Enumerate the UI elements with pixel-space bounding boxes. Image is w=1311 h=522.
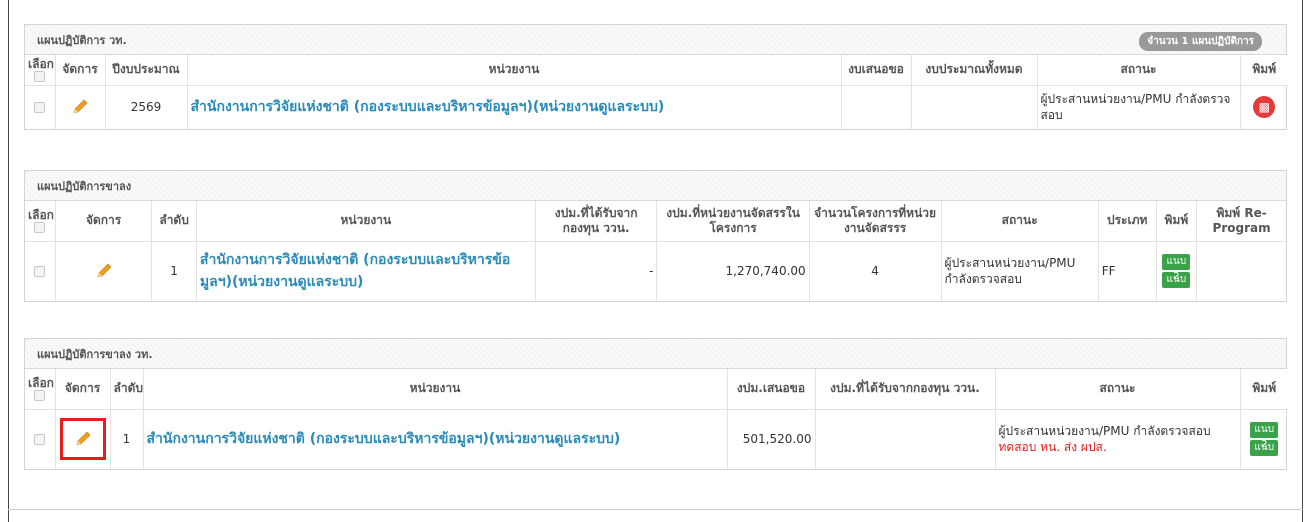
col-reprogram: พิมพ์ Re-Program: [1196, 201, 1286, 242]
col-print: พิมพ์: [1239, 369, 1288, 410]
count-badge: จำนวน 1 แผนปฏิบัติการ: [1139, 32, 1262, 51]
downstream-plan-mhesi-table: เลือก จัดการ ลำดับ หน่วยงาน งปม.เสนอขอ ง…: [25, 369, 1288, 469]
row-checkbox[interactable]: [34, 102, 46, 114]
col-unit: หน่วยงาน: [142, 369, 728, 410]
pencil-icon[interactable]: [74, 430, 92, 448]
status-text: ผู้ประสานหน่วยงาน/PMU กำลังตรวจสอบ: [940, 240, 1099, 301]
downstream-plan-table: เลือก จัดการ ลำดับ หน่วยงาน งปม.ที่ได้รั…: [25, 201, 1286, 301]
panel-downstream-plan: แผนปฏิบัติการขาลง เลือก จัดการ ลำดับ หน่…: [24, 170, 1287, 302]
table-row: 2569 สำนักงานการวิจัยแห่งชาติ (กองระบบแล…: [25, 84, 1288, 129]
received-value: -: [534, 240, 658, 301]
col-status: สถานะ: [940, 201, 1099, 242]
attachment-2-button[interactable]: แนบ 2: [1250, 422, 1279, 450]
projects-value: 4: [808, 240, 942, 301]
col-manage: จัดการ: [54, 369, 111, 410]
unit-link[interactable]: สำนักงานการวิจัยแห่งชาติ (กองระบบและบริห…: [200, 252, 510, 290]
select-all-checkbox[interactable]: [34, 390, 46, 401]
total-value: [910, 84, 1038, 129]
attachment-2-button[interactable]: แนบ 2: [1162, 254, 1191, 282]
col-received: งปม.ที่ได้รับจากกองทุน ววน.: [814, 369, 996, 410]
unit-link[interactable]: สำนักงานการวิจัยแห่งชาติ (กองระบบและบริห…: [147, 431, 621, 447]
col-manage: จัดการ: [54, 55, 106, 86]
status-text: ผู้ประสานหน่วยงาน/PMU กำลังตรวจสอบ: [998, 424, 1211, 439]
col-select: เลือก: [25, 55, 56, 86]
row-checkbox[interactable]: [34, 434, 46, 446]
panel-downstream-plan-mhesi: แผนปฏิบัติการขาลง วท. เลือก จัดการ ลำดับ…: [24, 338, 1288, 470]
unit-link[interactable]: สำนักงานการวิจัยแห่งชาติ (กองระบบและบริห…: [191, 99, 665, 115]
col-received: งปม.ที่ได้รับจากกองทุน ววน.: [534, 201, 658, 242]
col-proposed: งปม.เสนอขอ: [726, 369, 816, 410]
page-divider: [8, 509, 1303, 510]
order-value: 1: [151, 240, 197, 301]
row-checkbox[interactable]: [34, 266, 46, 278]
attachment-3-button[interactable]: แนบ 3: [1162, 272, 1191, 300]
col-print: พิมพ์: [1239, 55, 1288, 86]
panel-title-text: แผนปฏิบัติการ วท.: [37, 33, 127, 47]
status-text: ผู้ประสานหน่วยงาน/PMU กำลังตรวจสอบ: [1036, 84, 1241, 129]
col-select: เลือก: [25, 369, 56, 410]
select-all-checkbox[interactable]: [34, 222, 46, 233]
panel-title-text: แผนปฏิบัติการขาลง วท.: [37, 347, 153, 361]
col-type: ประเภท: [1097, 201, 1157, 242]
panel-title: แผนปฏิบัติการ วท.: [25, 25, 1286, 55]
allocated-value: 1,270,740.00: [656, 240, 810, 301]
col-select: เลือก: [25, 201, 56, 242]
col-print: พิมพ์: [1155, 201, 1198, 242]
received-value: [814, 408, 996, 469]
table-row: 1 สำนักงานการวิจัยแห่งชาติ (กองระบบและบร…: [25, 240, 1286, 301]
pencil-icon[interactable]: [71, 98, 89, 116]
col-total: งบประมาณทั้งหมด: [910, 55, 1038, 86]
panel-title: แผนปฏิบัติการขาลง: [25, 171, 1286, 201]
reprogram-cell: [1196, 240, 1286, 301]
pencil-icon[interactable]: [95, 262, 113, 280]
col-proposed: งบเสนอขอ: [840, 55, 912, 86]
proposed-value: [840, 84, 912, 129]
order-value: 1: [109, 408, 144, 469]
col-year: ปีงบประมาณ: [104, 55, 188, 86]
col-manage: จัดการ: [54, 201, 153, 242]
col-status: สถานะ: [1036, 55, 1241, 86]
panel-action-plan: แผนปฏิบัติการ วท. จำนวน 1 แผนปฏิบัติการ …: [24, 24, 1288, 130]
panel-title: แผนปฏิบัติการขาลง วท.: [25, 339, 1286, 369]
col-status: สถานะ: [994, 369, 1241, 410]
col-order: ลำดับ: [151, 201, 197, 242]
year-value: 2569: [104, 84, 188, 129]
action-plan-table: เลือก จัดการ ปีงบประมาณ หน่วยงาน งบเสนอข…: [25, 55, 1288, 129]
table-row: 1 สำนักงานการวิจัยแห่งชาติ (กองระบบและบร…: [25, 408, 1288, 469]
attachment-3-button[interactable]: แนบ 3: [1250, 440, 1279, 468]
select-all-checkbox[interactable]: [34, 71, 46, 82]
col-order: ลำดับ: [109, 369, 144, 410]
highlighted-edit-target: [59, 418, 106, 461]
status-note: ทดสอบ หน. ส่ง ผปส.: [998, 440, 1107, 455]
col-unit: หน่วยงาน: [186, 55, 842, 86]
panel-title-text: แผนปฏิบัติการขาลง: [37, 179, 132, 193]
col-unit: หน่วยงาน: [195, 201, 536, 242]
status-cell: ผู้ประสานหน่วยงาน/PMU กำลังตรวจสอบ ทดสอบ…: [994, 408, 1241, 469]
col-projects: จำนวนโครงการที่หน่วยงานจัดสรรร: [808, 201, 942, 242]
col-allocated: งปม.ที่หน่วยงานจัดสรรในโครงการ: [656, 201, 810, 242]
type-value: FF: [1097, 240, 1157, 301]
print-icon[interactable]: ▩: [1253, 96, 1276, 119]
proposed-value: 501,520.00: [726, 408, 816, 469]
